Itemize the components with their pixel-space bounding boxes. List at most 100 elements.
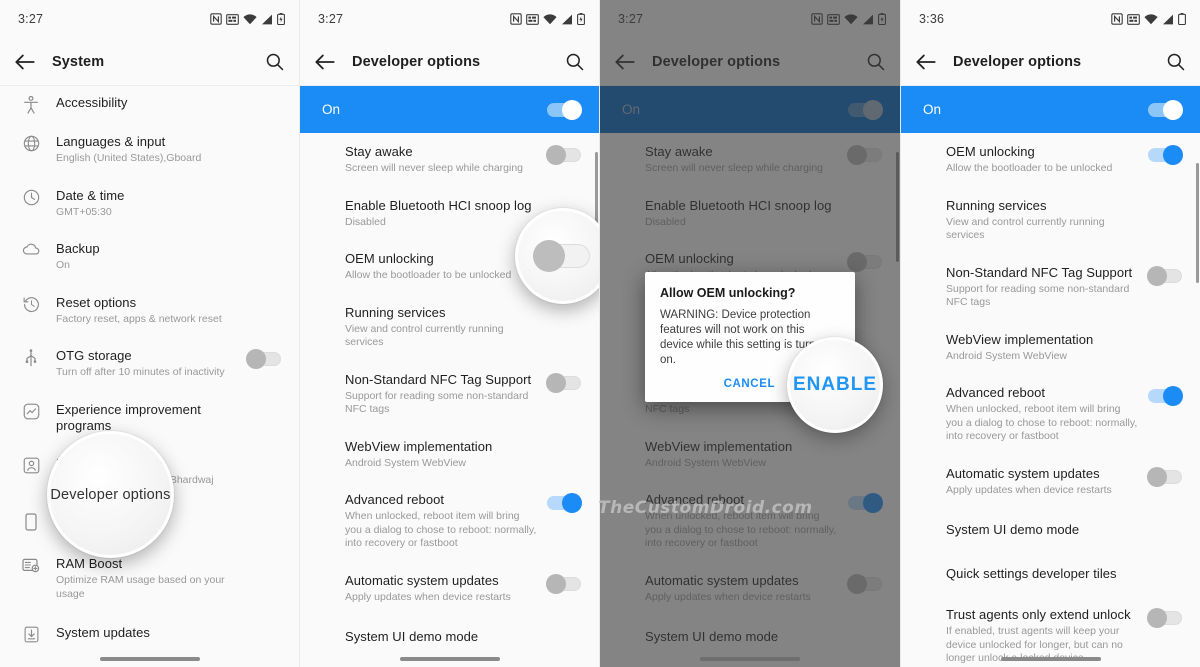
back-arrow-icon[interactable] — [312, 49, 338, 75]
search-icon[interactable] — [265, 52, 285, 72]
page-title: Developer options — [953, 53, 1082, 70]
list-item-control[interactable] — [1146, 385, 1183, 406]
automatic-system-updates-toggle[interactable] — [1147, 466, 1182, 487]
back-arrow-icon[interactable] — [913, 49, 939, 75]
list-item-control[interactable] — [846, 251, 882, 272]
back-arrow-icon[interactable] — [612, 49, 638, 75]
list-item[interactable]: WebView implementation Android System We… — [901, 321, 1200, 375]
dialog-title: Allow OEM unlocking? — [660, 286, 796, 300]
list-item[interactable]: Advanced reboot When unlocked, reboot it… — [901, 374, 1200, 455]
list-item-title: System UI demo mode — [345, 629, 479, 644]
list-item-oem-unlocking[interactable]: OEM unlocking Allow the bootloader to be… — [901, 133, 1200, 187]
list-item[interactable]: Stay awake Screen will never sleep while… — [300, 133, 599, 187]
list-item[interactable]: Running services View and control curren… — [901, 187, 1200, 254]
list-item-control[interactable] — [245, 348, 281, 369]
master-toggle[interactable] — [1148, 99, 1183, 120]
master-toggle[interactable] — [848, 99, 883, 120]
list-item[interactable]: Automatic system updates Apply updates w… — [600, 562, 900, 616]
list-item-control[interactable] — [1146, 466, 1182, 487]
list-item-control — [245, 241, 281, 245]
nfc-tag-support-toggle[interactable] — [1147, 265, 1182, 286]
list-item[interactable]: Languages & input English (United States… — [0, 123, 299, 177]
status-bar: 3:27 — [0, 0, 299, 38]
automatic-system-updates-toggle[interactable] — [847, 573, 882, 594]
gesture-bar[interactable] — [99, 657, 200, 661]
status-time: 3:27 — [618, 12, 644, 26]
oem-unlocking-toggle[interactable] — [847, 252, 882, 272]
developer-options-master-switch[interactable]: On — [901, 86, 1200, 133]
stay-awake-toggle[interactable] — [546, 145, 581, 165]
list-item[interactable]: Reset options Factory reset, apps & netw… — [0, 284, 299, 338]
list-item-control[interactable] — [846, 144, 882, 165]
gesture-bar[interactable] — [399, 657, 500, 661]
list-item[interactable]: Enable Bluetooth HCI snoop log Disabled — [600, 187, 900, 241]
list-item[interactable]: System UI demo mode — [300, 615, 599, 659]
gesture-bar[interactable] — [1000, 657, 1101, 661]
list-item-control[interactable] — [1146, 607, 1182, 628]
scrollbar[interactable] — [896, 152, 899, 262]
loupe-label: ENABLE — [792, 374, 878, 395]
battery-icon — [577, 13, 585, 25]
wifi-icon — [844, 13, 858, 24]
list-item[interactable]: System updates — [0, 612, 299, 656]
list-item[interactable]: Advanced reboot When unlocked, reboot it… — [600, 481, 900, 562]
master-toggle[interactable] — [547, 99, 582, 120]
search-icon[interactable] — [1166, 52, 1186, 72]
trust-agents-toggle[interactable] — [1147, 608, 1182, 628]
list-item-control[interactable] — [545, 144, 581, 165]
battery-icon — [878, 13, 886, 25]
developer-options-master-switch[interactable]: On — [600, 86, 900, 133]
list-item[interactable]: Date & time GMT+05:30 — [0, 177, 299, 231]
list-item-control[interactable] — [545, 372, 581, 393]
status-icons — [510, 13, 585, 25]
scrollbar[interactable] — [1196, 163, 1199, 283]
list-item[interactable]: Backup On — [0, 230, 299, 284]
cancel-button[interactable]: CANCEL — [724, 378, 776, 390]
list-item-control — [1146, 198, 1182, 202]
list-item[interactable]: WebView implementation Android System We… — [600, 428, 900, 482]
search-icon[interactable] — [866, 52, 886, 72]
list-item-title: Reset options — [56, 294, 137, 310]
list-item-subtitle: Support for reading some non-standard NF… — [345, 389, 529, 416]
screen-record-icon — [827, 13, 840, 25]
back-arrow-icon[interactable] — [12, 49, 38, 75]
list-item[interactable]: Non-Standard NFC Tag Support Support for… — [901, 254, 1200, 321]
otg-storage-toggle[interactable] — [246, 349, 281, 369]
list-item[interactable]: RAM Boost Optimize RAM usage based on yo… — [0, 545, 299, 612]
advanced-reboot-toggle[interactable] — [547, 493, 582, 513]
list-item[interactable]: System UI demo mode — [901, 508, 1200, 552]
list-item[interactable]: Quick settings developer tiles — [901, 552, 1200, 596]
list-item-control[interactable] — [545, 573, 581, 594]
list-item-control[interactable] — [846, 492, 883, 513]
list-item-title: Languages & input — [56, 134, 166, 149]
list-item[interactable]: OTG storage Turn off after 10 minutes of… — [0, 337, 299, 391]
list-item[interactable]: WebView implementation Android System We… — [300, 428, 599, 482]
loupe-label: Developer options — [50, 486, 171, 503]
update-icon — [18, 625, 44, 643]
list-item[interactable]: Non-Standard NFC Tag Support Support for… — [300, 361, 599, 428]
list-item[interactable]: Advanced reboot When unlocked, reboot it… — [300, 481, 599, 562]
list-item-control[interactable] — [1146, 144, 1183, 165]
list-item-subtitle: On — [56, 259, 71, 271]
list-item[interactable]: Accessibility — [0, 86, 299, 123]
automatic-system-updates-toggle[interactable] — [546, 573, 581, 594]
advanced-reboot-toggle[interactable] — [1148, 386, 1183, 406]
magnified-toggle — [533, 240, 590, 272]
stay-awake-toggle[interactable] — [847, 145, 882, 165]
developer-options-master-switch[interactable]: On — [300, 86, 599, 133]
list-item[interactable]: Stay awake Screen will never sleep while… — [600, 133, 900, 187]
list-item-control[interactable] — [545, 492, 582, 513]
oem-unlocking-toggle[interactable] — [1148, 145, 1183, 165]
list-item[interactable]: Automatic system updates Apply updates w… — [901, 455, 1200, 509]
gesture-bar[interactable] — [700, 657, 800, 661]
list-item-control[interactable] — [1146, 265, 1182, 286]
list-item[interactable]: Running services View and control curren… — [300, 294, 599, 361]
search-icon[interactable] — [565, 52, 585, 72]
list-item[interactable]: System UI demo mode — [600, 615, 900, 659]
reset-icon — [18, 295, 44, 313]
advanced-reboot-toggle[interactable] — [848, 493, 883, 513]
nfc-tag-support-toggle[interactable] — [546, 372, 581, 393]
list-item[interactable]: Automatic system updates Apply updates w… — [300, 562, 599, 616]
loupe-content: Developer options — [50, 434, 171, 555]
list-item-control[interactable] — [846, 573, 882, 594]
